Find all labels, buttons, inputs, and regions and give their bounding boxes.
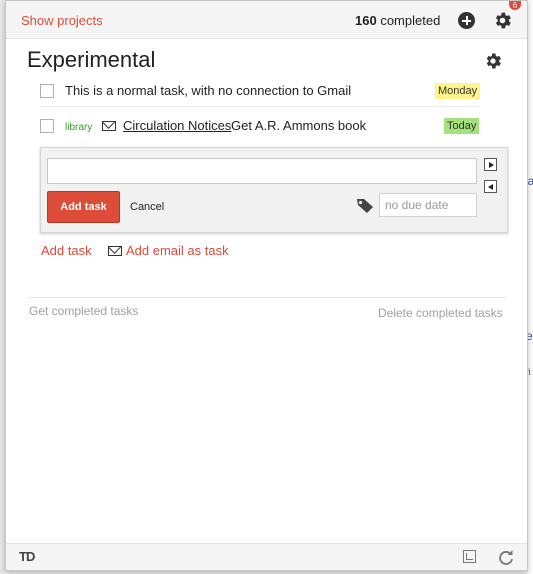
add-list-icon[interactable]	[458, 12, 475, 29]
delete-completed-tasks-link[interactable]: Delete completed tasks	[378, 306, 503, 320]
indent-left-button[interactable]	[484, 180, 497, 193]
tag-icon[interactable]	[356, 198, 374, 214]
footer: TD	[6, 543, 527, 570]
divider	[28, 297, 506, 298]
settings-gear-icon[interactable]	[492, 10, 513, 31]
show-projects-link[interactable]: Show projects	[21, 13, 103, 28]
td-logo[interactable]: TD	[19, 549, 35, 564]
due-date-badge[interactable]: Monday	[435, 83, 481, 99]
task-tag[interactable]: library	[65, 122, 92, 133]
completed-label: completed	[380, 13, 441, 28]
add-task-button[interactable]: Add task	[47, 191, 120, 223]
task-checkbox[interactable]	[40, 84, 54, 98]
list-settings-gear-icon[interactable]	[483, 51, 503, 71]
add-task-panel: Add task Cancel	[40, 147, 508, 233]
cancel-button[interactable]: Cancel	[130, 201, 164, 213]
add-task-link[interactable]: Add task	[41, 243, 92, 258]
task-text[interactable]: Get A.R. Ammons book	[231, 118, 366, 133]
email-link[interactable]: Circulation Notices	[123, 118, 231, 133]
due-date-input[interactable]	[379, 193, 477, 217]
due-date-badge[interactable]: Today	[444, 118, 480, 134]
notification-badge: 6	[509, 1, 521, 10]
background-page-right	[528, 0, 533, 574]
tasks-popup: Show projects 160 completed 6 Experiment…	[5, 0, 528, 571]
add-email-as-task-link[interactable]: Add email as task	[126, 243, 229, 258]
task-row[interactable]: This is a normal task, with no connectio…	[40, 77, 481, 107]
task-text[interactable]: This is a normal task, with no connectio…	[65, 83, 351, 98]
refresh-icon[interactable]	[497, 548, 515, 566]
task-row[interactable]: library Circulation Notices Get A.R. Amm…	[40, 112, 480, 142]
indent-right-button[interactable]	[484, 158, 497, 171]
mail-icon	[102, 121, 116, 131]
get-completed-tasks-link[interactable]: Get completed tasks	[29, 304, 138, 318]
task-checkbox[interactable]	[40, 119, 54, 133]
top-bar: Show projects 160 completed 6	[6, 1, 527, 39]
completed-count: 160 completed	[355, 13, 440, 28]
popout-icon[interactable]	[463, 550, 476, 563]
list-title: Experimental	[27, 47, 156, 72]
mail-icon	[108, 246, 122, 256]
completed-number: 160	[355, 13, 377, 28]
new-task-input[interactable]	[47, 158, 477, 184]
